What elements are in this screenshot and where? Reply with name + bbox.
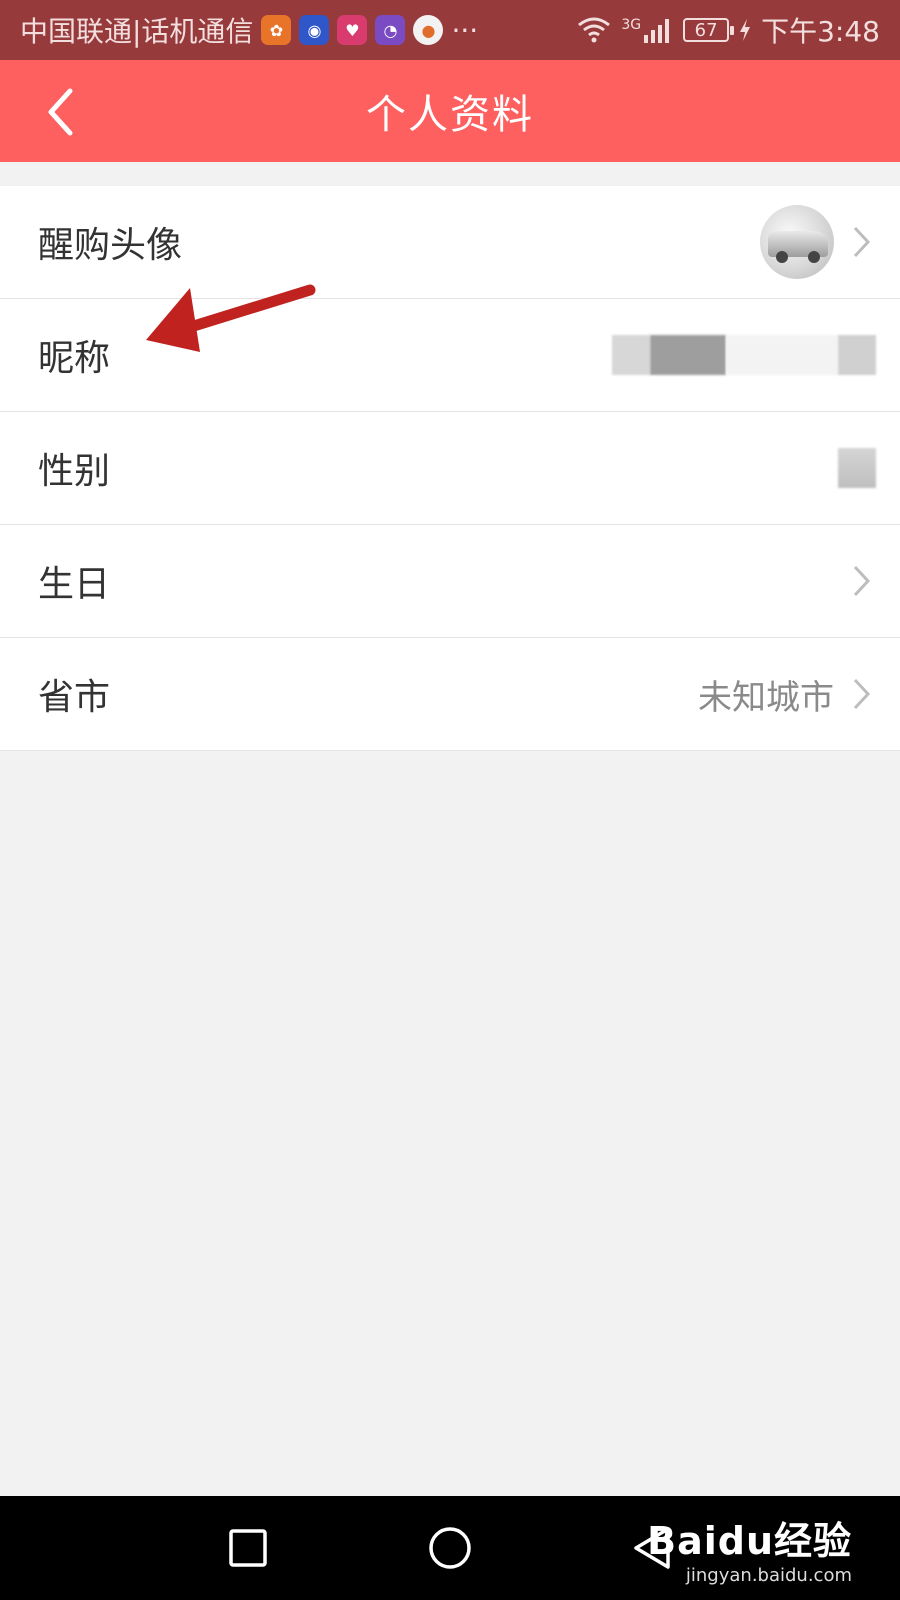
more-notifications-icon: ···	[451, 13, 479, 47]
row-label-gender: 性别	[38, 451, 111, 492]
battery-icon: 67	[683, 18, 735, 42]
nickname-value-redacted	[612, 335, 876, 375]
bulb-app-icon: ◉	[299, 15, 330, 45]
heart-app-icon: ♥	[337, 15, 368, 45]
charging-icon	[740, 19, 751, 41]
chevron-right-icon	[848, 674, 876, 714]
signal-strength-icon	[644, 19, 670, 43]
row-label-nickname: 昵称	[38, 338, 111, 379]
fruit-app-icon: ●	[413, 15, 444, 45]
avatar	[760, 205, 834, 279]
wifi-icon	[578, 17, 611, 43]
home-button[interactable]	[424, 1522, 476, 1574]
watermark-logo: Baidu经验	[647, 1519, 852, 1563]
back-arrow-icon	[48, 88, 73, 136]
row-label-avatar: 醒购头像	[38, 225, 183, 266]
row-gender[interactable]: 性别	[0, 412, 900, 525]
back-button[interactable]	[30, 82, 90, 142]
page-title: 个人资料	[366, 92, 534, 138]
gender-value-redacted	[838, 448, 876, 488]
battery-level: 67	[694, 19, 718, 41]
status-bar: 中国联通|话机通信 ✿ ◉ ♥ ◔ ● ··· 3G 67 下午3:48	[0, 0, 900, 60]
uc-browser-icon: ✿	[261, 15, 292, 45]
baidu-jingyan-watermark: Baidu经验 jingyan.baidu.com	[647, 1510, 852, 1586]
chevron-right-icon	[848, 561, 876, 601]
annotation-arrow-icon	[146, 284, 316, 352]
system-nav-bar: Baidu经验 jingyan.baidu.com	[0, 1496, 900, 1600]
profile-list: 醒购头像 昵称 性别 生日 省市 未知城市	[0, 186, 900, 751]
carrier-label: 中国联通|话机通信	[20, 15, 254, 48]
square-icon	[229, 1529, 267, 1567]
city-value: 未知城市	[698, 677, 834, 718]
row-birthday[interactable]: 生日	[0, 525, 900, 638]
chevron-right-icon	[848, 222, 876, 262]
row-province-city[interactable]: 省市 未知城市	[0, 638, 900, 751]
network-type-label: 3G	[621, 17, 642, 33]
row-avatar[interactable]: 醒购头像	[0, 186, 900, 299]
header-bar: 个人资料	[0, 60, 900, 162]
chart-app-icon: ◔	[375, 15, 406, 45]
recents-button[interactable]	[222, 1522, 274, 1574]
row-label-birthday: 生日	[38, 564, 111, 605]
watermark-url: jingyan.baidu.com	[685, 1565, 852, 1586]
row-nickname[interactable]: 昵称	[0, 299, 900, 412]
clock-time: 下午3:48	[761, 15, 880, 48]
circle-icon	[429, 1527, 471, 1569]
row-label-province-city: 省市	[38, 677, 111, 718]
